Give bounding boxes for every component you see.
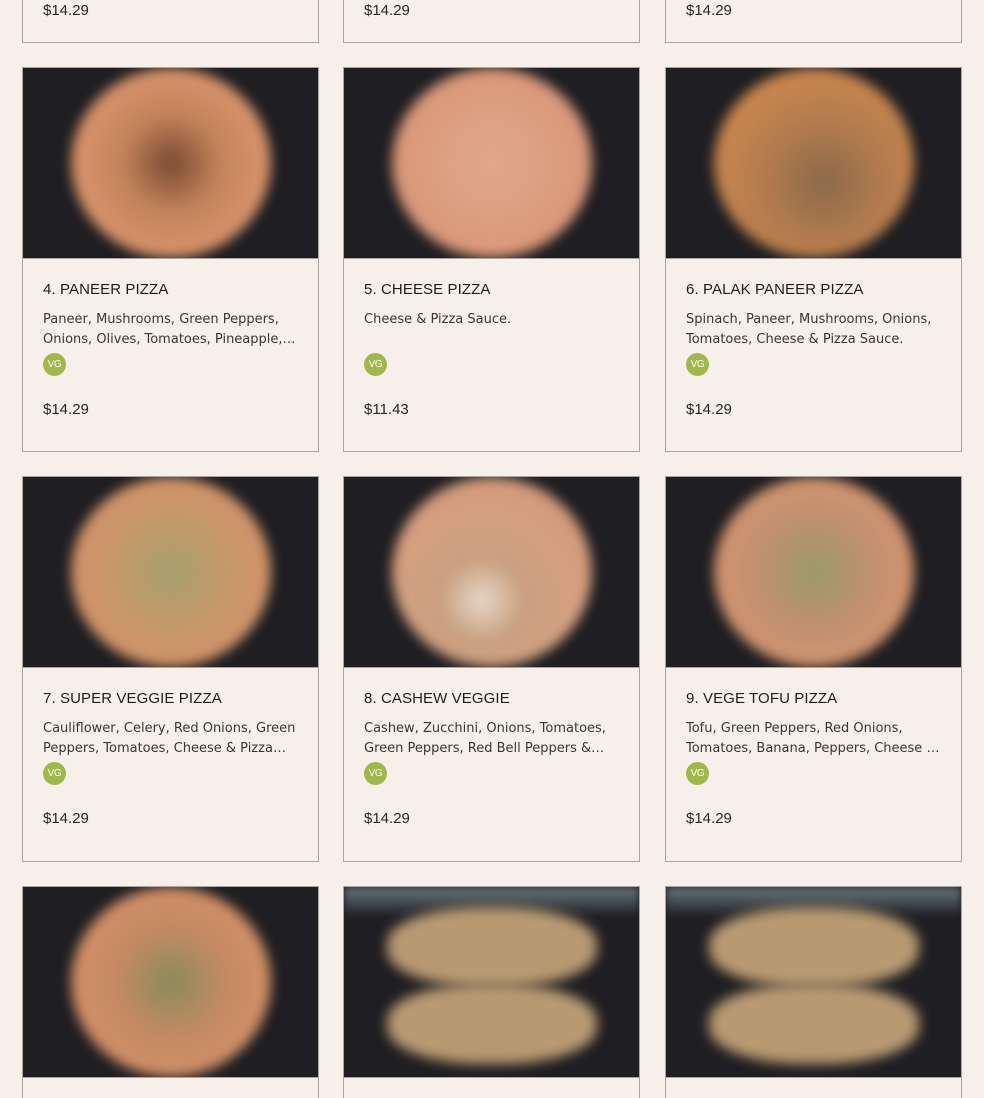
menu-grid: $14.29 $14.29 $14.29 4. PANEER PIZZA Pan… xyxy=(0,0,984,1098)
menu-item-card[interactable] xyxy=(343,886,640,1098)
item-description: Cauliflower, Celery, Red Onions, Green P… xyxy=(43,721,296,756)
item-title[interactable]: 4. PANEER PIZZA xyxy=(43,281,168,298)
item-price: $14.29 xyxy=(686,810,732,827)
pizza-image xyxy=(70,68,271,258)
pizza-photo[interactable] xyxy=(666,887,961,1078)
pizza-photo[interactable] xyxy=(344,68,639,259)
vegetarian-badge-icon: VG xyxy=(686,353,709,376)
menu-item-card[interactable]: $14.29 xyxy=(665,0,962,43)
menu-item-card[interactable]: 5. CHEESE PIZZA Cheese & Pizza Sauce. VG… xyxy=(343,67,640,452)
vegetarian-badge-icon: VG xyxy=(364,762,387,785)
pizza-image xyxy=(386,907,597,987)
vegetarian-badge-icon: VG xyxy=(364,353,387,376)
pizza-photo[interactable] xyxy=(23,68,318,259)
menu-item-card[interactable]: 4. PANEER PIZZA Paneer, Mushrooms, Green… xyxy=(22,67,319,452)
pizza-image xyxy=(391,477,592,667)
pizza-image xyxy=(708,984,919,1064)
item-price: $14.29 xyxy=(364,2,410,19)
pizza-photo[interactable] xyxy=(344,887,639,1078)
item-price: $14.29 xyxy=(686,401,732,418)
item-price: $14.29 xyxy=(43,2,89,19)
pizza-image xyxy=(386,984,597,1064)
pizza-image xyxy=(70,887,271,1077)
pizza-image xyxy=(391,68,592,258)
item-price: $14.29 xyxy=(686,2,732,19)
item-description: Cashew, Zucchini, Onions, Tomatoes, Gree… xyxy=(364,721,606,756)
menu-item-card[interactable]: $14.29 xyxy=(22,0,319,43)
item-price: $14.29 xyxy=(43,401,89,418)
pizza-photo[interactable] xyxy=(23,477,318,668)
pizza-photo[interactable] xyxy=(666,477,961,668)
item-description: Cheese & Pizza Sauce. xyxy=(364,312,512,327)
item-title[interactable]: 6. PALAK PANEER PIZZA xyxy=(686,281,863,298)
pizza-photo[interactable] xyxy=(666,68,961,259)
menu-item-card[interactable]: $14.29 xyxy=(343,0,640,43)
menu-item-card[interactable]: 6. PALAK PANEER PIZZA Spinach, Paneer, M… xyxy=(665,67,962,452)
item-description: Tofu, Green Peppers, Red Onions, Tomatoe… xyxy=(686,721,937,756)
item-title[interactable]: 5. CHEESE PIZZA xyxy=(364,281,491,298)
item-price: $11.43 xyxy=(364,401,409,418)
pizza-photo[interactable] xyxy=(23,887,318,1078)
menu-item-card[interactable]: 8. CASHEW VEGGIE Cashew, Zucchini, Onion… xyxy=(343,476,640,862)
vegetarian-badge-icon: VG xyxy=(43,353,66,376)
item-title[interactable]: 9. VEGE TOFU PIZZA xyxy=(686,690,837,707)
vegetarian-badge-icon: VG xyxy=(686,762,709,785)
pizza-image xyxy=(713,477,914,667)
item-price: $14.29 xyxy=(364,810,410,827)
vegetarian-badge-icon: VG xyxy=(43,762,66,785)
item-price: $14.29 xyxy=(43,810,89,827)
item-description: Spinach, Paneer, Mushrooms, Onions, Toma… xyxy=(686,312,932,347)
item-title[interactable]: 8. CASHEW VEGGIE xyxy=(364,690,510,707)
menu-item-card[interactable] xyxy=(665,886,962,1098)
item-title[interactable]: 7. SUPER VEGGIE PIZZA xyxy=(43,690,222,707)
menu-item-card[interactable] xyxy=(22,886,319,1098)
menu-item-card[interactable]: 7. SUPER VEGGIE PIZZA Cauliflower, Celer… xyxy=(22,476,319,862)
pizza-image xyxy=(708,907,919,987)
pizza-image xyxy=(70,477,271,667)
menu-item-card[interactable]: 9. VEGE TOFU PIZZA Tofu, Green Peppers, … xyxy=(665,476,962,862)
item-description: Paneer, Mushrooms, Green Peppers, Onions… xyxy=(43,312,283,347)
pizza-image xyxy=(713,68,914,258)
pizza-photo[interactable] xyxy=(344,477,639,668)
